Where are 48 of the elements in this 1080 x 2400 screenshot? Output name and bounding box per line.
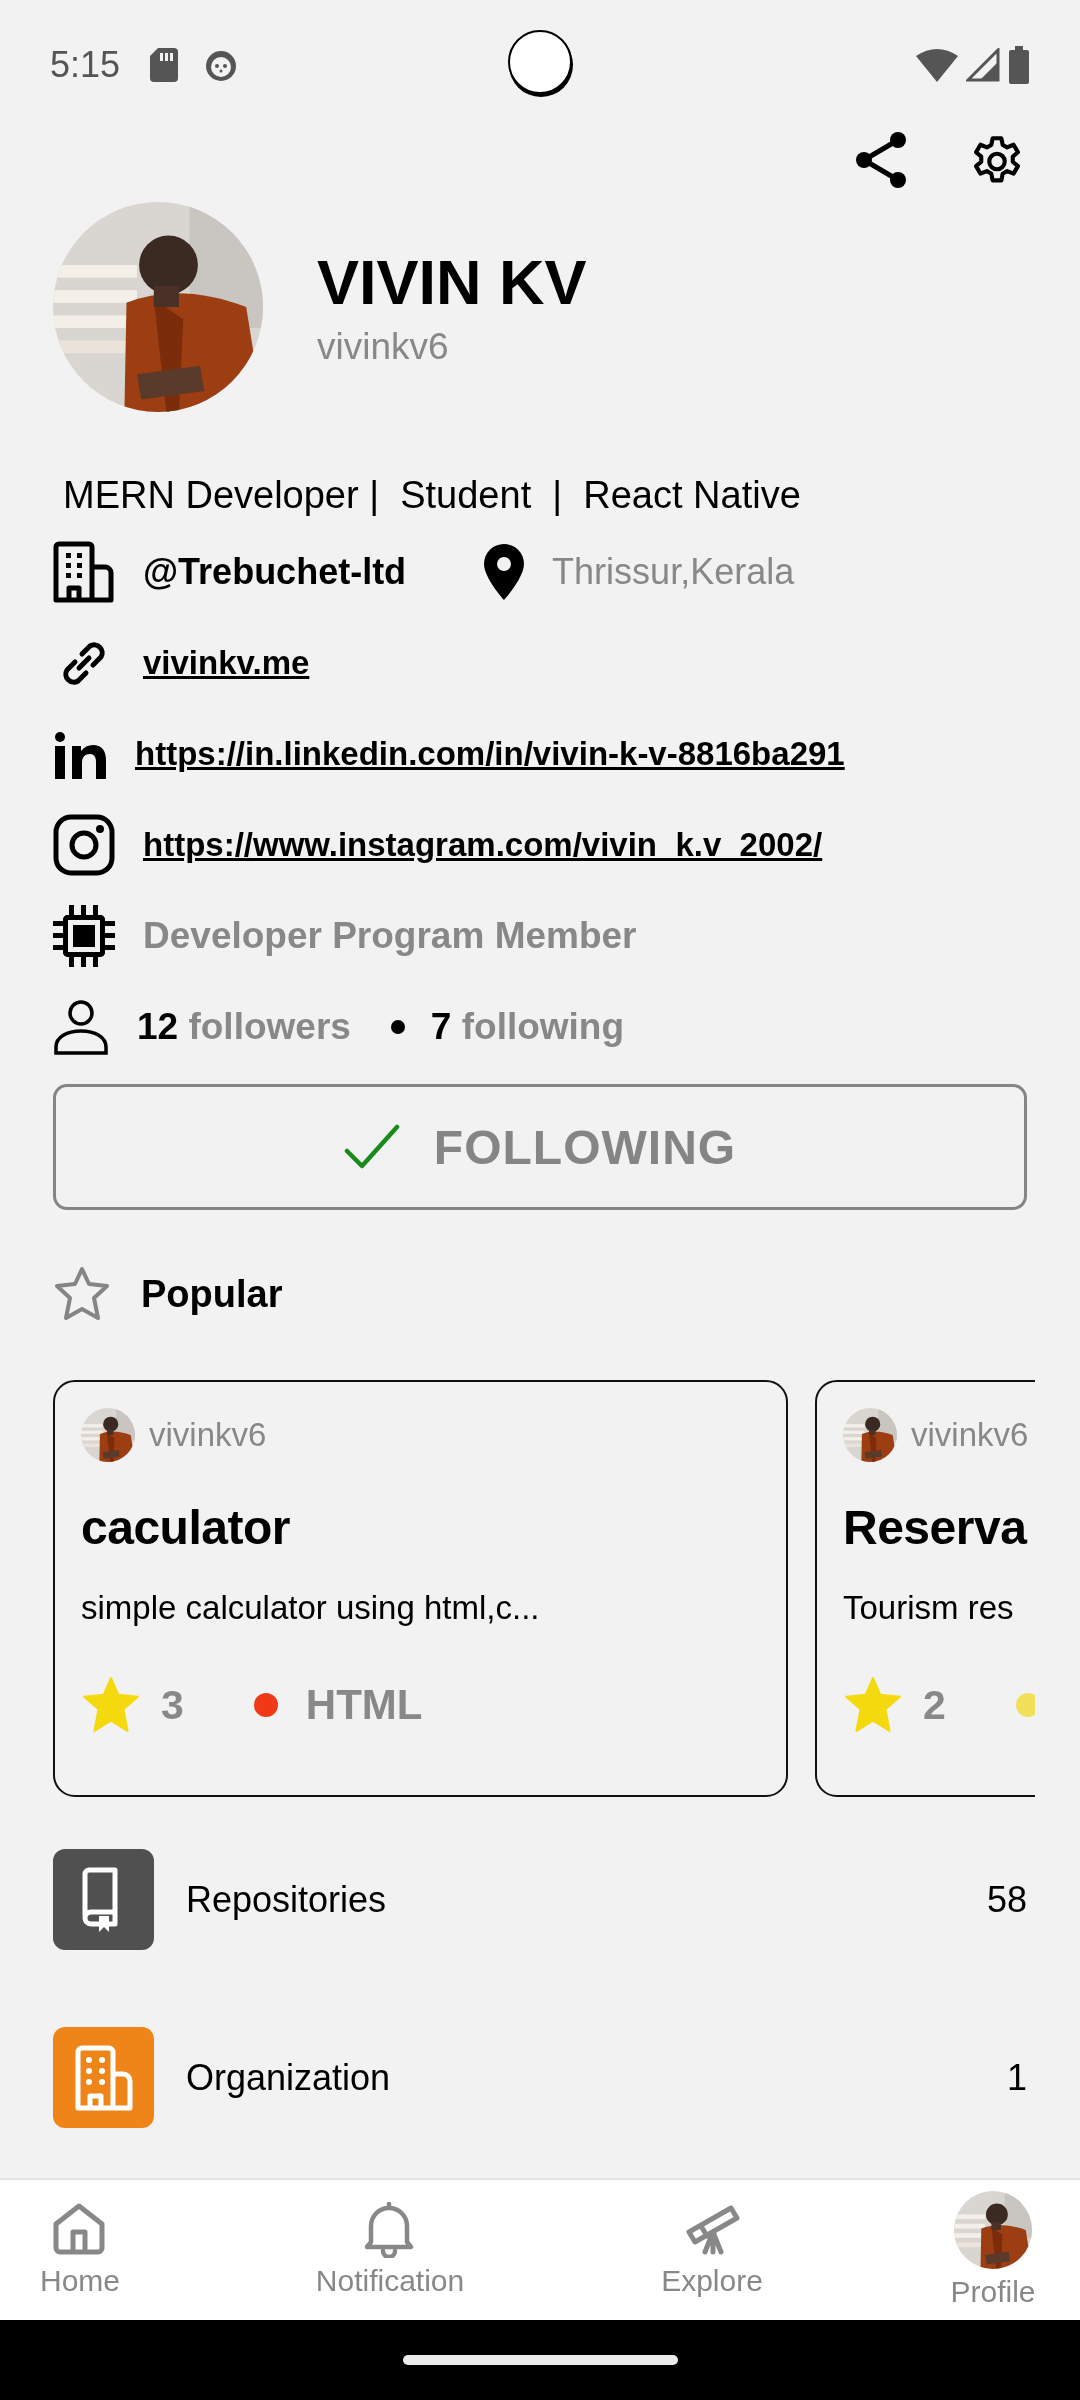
followers-count[interactable]: 12 followers	[137, 1006, 351, 1048]
star-icon	[81, 1676, 141, 1734]
star-icon	[843, 1676, 903, 1734]
star-count: 3	[161, 1681, 184, 1729]
repo-card[interactable]: vivinkv6 caculator simple calculator using html,c... 3 HTML	[53, 1380, 788, 1797]
bio-text: MERN Developer | Student | React Native	[63, 473, 802, 518]
repo-title: caculator	[81, 1500, 291, 1555]
location-text: Thrissur,Kerala	[552, 551, 795, 593]
nav-tab[interactable]: Profile	[906, 2180, 1080, 2320]
repo-description: Tourism res	[843, 1589, 1015, 1627]
menu-item[interactable]: Repositories 58	[53, 1849, 1027, 1950]
company-name: @Trebuchet-ltd	[143, 551, 407, 593]
language-name: HTML	[305, 1681, 423, 1729]
battery-icon	[1008, 46, 1030, 84]
telescope-icon	[683, 2202, 741, 2258]
status-time: 5:15	[50, 44, 121, 86]
star-outline-icon	[53, 1266, 111, 1322]
instagram-logo-icon	[53, 814, 115, 876]
check-icon	[343, 1124, 400, 1170]
building-icon	[74, 2043, 133, 2112]
chip-icon	[53, 905, 115, 967]
nav-tab[interactable]: Notification	[160, 2180, 620, 2320]
wifi-icon	[916, 48, 958, 82]
star-count: 2	[923, 1681, 946, 1729]
separator-dot	[390, 1020, 405, 1034]
owner-name: vivinkv6	[911, 1416, 1029, 1454]
building-icon	[53, 541, 115, 603]
location-pin-icon	[484, 544, 525, 600]
nav-tab[interactable]: Home	[0, 2180, 160, 2320]
nav-tab[interactable]: Explore	[620, 2180, 804, 2320]
following-count[interactable]: 7 following	[430, 1006, 625, 1048]
signal-icon	[966, 48, 1000, 82]
section-title: Popular	[141, 1272, 283, 1316]
sd-card-icon	[150, 48, 179, 82]
link[interactable]: https://in.linkedin.com/in/vivin-k-v-8816ba291	[135, 735, 845, 773]
link[interactable]: https://www.instagram.com/vivin_k.v_2002/	[143, 826, 823, 864]
person-icon	[53, 999, 109, 1055]
link[interactable]: vivinkv.me	[143, 644, 310, 682]
camera-cutout	[508, 30, 572, 94]
menu-item[interactable]: Organization 1	[53, 2027, 1027, 2128]
repo-title: Reserva	[843, 1500, 1029, 1555]
badge-text: Developer Program Member	[143, 915, 637, 957]
profile-name: VIVIN KV	[317, 246, 587, 318]
owner-name: vivinkv6	[149, 1416, 267, 1454]
username: vivinkv6	[317, 326, 450, 368]
repo-description: simple calculator using html,c...	[81, 1589, 541, 1627]
repo-card[interactable]: vivinkv6 Reserva Tourism res 2	[815, 1380, 1035, 1797]
cat-face-icon	[204, 48, 239, 82]
